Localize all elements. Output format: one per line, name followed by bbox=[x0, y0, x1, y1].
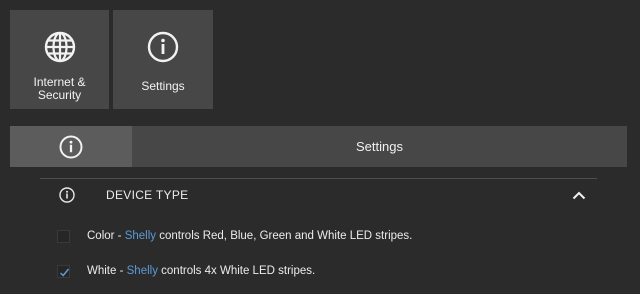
settings-tabbar: Settings bbox=[10, 126, 627, 167]
option-label: White - Shelly controls 4x White LED str… bbox=[87, 265, 316, 277]
info-icon bbox=[59, 135, 83, 158]
chevron-up-icon[interactable] bbox=[572, 191, 586, 200]
tab-info[interactable] bbox=[10, 126, 132, 167]
checkmark-icon bbox=[59, 268, 70, 277]
brand-name: Shelly bbox=[126, 265, 158, 277]
tile-label: Internet & Security bbox=[33, 75, 86, 102]
info-icon bbox=[147, 31, 179, 63]
info-icon bbox=[59, 187, 75, 203]
tile-internet-security[interactable]: Internet & Security bbox=[10, 10, 109, 109]
device-type-option-white[interactable]: White - Shelly controls 4x White LED str… bbox=[57, 262, 315, 280]
device-type-option-color[interactable]: Color - Shelly controls Red, Blue, Green… bbox=[57, 227, 412, 245]
section-title: DEVICE TYPE bbox=[106, 188, 189, 202]
tile-label: Settings bbox=[141, 79, 185, 93]
globe-icon bbox=[44, 31, 75, 63]
tile-settings[interactable]: Settings bbox=[113, 10, 213, 109]
checkbox-color[interactable] bbox=[57, 229, 70, 243]
brand-name: Shelly bbox=[124, 230, 157, 242]
checkbox-white[interactable] bbox=[57, 264, 70, 278]
device-type-section-header[interactable]: DEVICE TYPE bbox=[40, 179, 597, 211]
option-label: Color - Shelly controls Red, Blue, Green… bbox=[87, 230, 413, 242]
tab-title: Settings bbox=[356, 139, 403, 154]
